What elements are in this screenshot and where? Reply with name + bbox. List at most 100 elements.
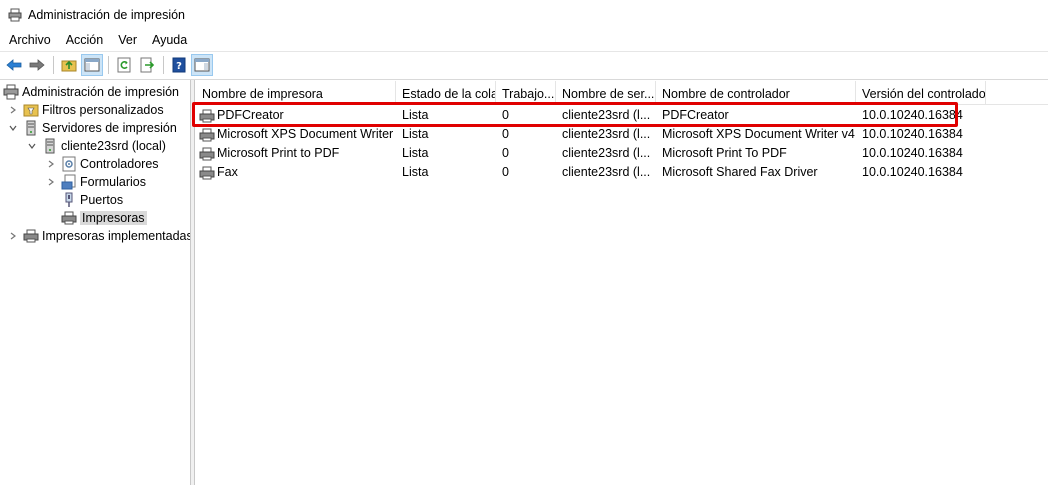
jobs-cell: 0 <box>502 165 509 179</box>
console-tree: Administración de impresión Filtros pers… <box>0 81 193 485</box>
column-header-printer-name[interactable]: Nombre de impresora <box>196 81 396 105</box>
forward-arrow-icon <box>29 59 45 71</box>
jobs-cell: 0 <box>502 146 509 160</box>
server-name-cell: cliente23srd (l... <box>562 127 651 141</box>
tree-item-deployed-printers[interactable]: Impresoras implementadas <box>7 227 193 245</box>
export-icon <box>140 57 155 73</box>
driver-name-cell: Microsoft XPS Document Writer v4 <box>662 127 855 141</box>
export-list-button[interactable] <box>136 54 158 76</box>
tree-item-label: Controladores <box>80 157 159 171</box>
svg-text:?: ? <box>176 61 182 72</box>
column-header-driver-name[interactable]: Nombre de controlador <box>656 81 856 105</box>
server-icon <box>23 120 39 136</box>
printer-icon <box>199 108 215 124</box>
printer-icon <box>199 146 215 162</box>
help-icon: ? <box>172 57 186 73</box>
forward-button[interactable] <box>26 54 48 76</box>
toolbar-divider <box>0 79 1048 80</box>
driver-version-cell: 10.0.10240.16384 <box>862 165 963 179</box>
tree-item-label: Servidores de impresión <box>42 121 177 135</box>
printer-name-cell: Fax <box>199 163 396 182</box>
menu-archivo[interactable]: Archivo <box>0 30 57 50</box>
chevron-right-icon[interactable] <box>7 104 19 116</box>
chevron-right-icon[interactable] <box>45 176 57 188</box>
table-row[interactable]: Microsoft Print to PDF Lista 0 cliente23… <box>196 144 1048 163</box>
chevron-down-icon[interactable] <box>26 140 38 152</box>
up-folder-button[interactable] <box>58 54 80 76</box>
back-button[interactable] <box>3 54 25 76</box>
show-hide-action-pane-button[interactable] <box>191 54 213 76</box>
tree-item-printers[interactable]: Impresoras <box>61 209 147 227</box>
tree-item-forms[interactable]: Formularios <box>45 173 146 191</box>
driver-version-cell: 10.0.10240.16384 <box>862 108 963 122</box>
chevron-right-icon[interactable] <box>7 230 19 242</box>
printer-icon <box>61 210 77 226</box>
queue-status-cell: Lista <box>402 108 429 122</box>
driver-name-cell: Microsoft Print To PDF <box>662 146 787 160</box>
server-icon <box>42 138 58 154</box>
menu-ver[interactable]: Ver <box>109 30 143 50</box>
tree-item-label: cliente23srd (local) <box>61 139 166 153</box>
help-button[interactable]: ? <box>168 54 190 76</box>
tree-item-root[interactable]: Administración de impresión <box>3 83 179 101</box>
menu-ayuda[interactable]: Ayuda <box>143 30 193 50</box>
chevron-right-icon[interactable] <box>45 158 57 170</box>
toolbar-separator <box>53 56 54 74</box>
tree-item-label: Puertos <box>80 193 124 207</box>
column-header-queue-status[interactable]: Estado de la cola <box>396 81 496 105</box>
pane-splitter[interactable] <box>190 80 195 485</box>
queue-status-cell: Lista <box>402 127 429 141</box>
table-row[interactable]: Fax Lista 0 cliente23srd (l... Microsoft… <box>196 163 1048 182</box>
jobs-cell: 0 <box>502 108 509 122</box>
driver-name-cell: Microsoft Shared Fax Driver <box>662 165 818 179</box>
tree-item-label: Impresoras <box>80 211 147 225</box>
show-hide-console-tree-button[interactable] <box>81 54 103 76</box>
toolbar: ? <box>0 52 1048 78</box>
tree-item-ports[interactable]: Puertos <box>61 191 123 209</box>
tree-item-label: Impresoras implementadas <box>42 229 193 243</box>
printer-name-cell: Microsoft Print to PDF <box>199 144 396 163</box>
console-tree-icon <box>84 58 100 72</box>
menu-bar: Archivo Acción Ver Ayuda <box>0 30 1048 50</box>
tree-item-server-local[interactable]: cliente23srd (local) <box>26 137 166 155</box>
queue-status-cell: Lista <box>402 165 429 179</box>
chevron-down-icon[interactable] <box>7 122 19 134</box>
printer-name-cell: Microsoft XPS Document Writer <box>199 125 396 144</box>
folder-up-icon <box>61 60 77 72</box>
tree-item-label: Filtros personalizados <box>42 103 164 117</box>
driver-version-cell: 10.0.10240.16384 <box>862 127 963 141</box>
window-title: Administración de impresión <box>28 8 186 22</box>
printer-icon <box>199 127 215 143</box>
printer-name: Microsoft XPS Document Writer <box>217 127 394 141</box>
action-pane-icon <box>194 58 210 72</box>
forms-icon <box>61 174 77 190</box>
printer-name: Fax <box>217 165 238 179</box>
printers-list: Nombre de impresora Estado de la cola Tr… <box>196 81 1048 485</box>
server-name-cell: cliente23srd (l... <box>562 165 651 179</box>
driver-icon <box>61 156 77 172</box>
column-header-server-name[interactable]: Nombre de ser... <box>556 81 656 105</box>
table-row[interactable]: Microsoft XPS Document Writer Lista 0 cl… <box>196 125 1048 144</box>
tree-item-print-servers[interactable]: Servidores de impresión <box>7 119 177 137</box>
tree-item-drivers[interactable]: Controladores <box>45 155 159 173</box>
printer-name: PDFCreator <box>217 108 284 122</box>
tree-item-custom-filters[interactable]: Filtros personalizados <box>7 101 164 119</box>
toolbar-separator <box>108 56 109 74</box>
column-header-jobs[interactable]: Trabajo... <box>496 81 556 105</box>
refresh-icon <box>117 57 131 73</box>
column-header-driver-version[interactable]: Versión del controlador <box>856 81 986 105</box>
printer-name: Microsoft Print to PDF <box>217 146 340 160</box>
table-row[interactable]: PDFCreator Lista 0 cliente23srd (l... PD… <box>196 106 1048 125</box>
server-name-cell: cliente23srd (l... <box>562 108 651 122</box>
print-management-icon <box>3 84 19 100</box>
printer-app-icon <box>8 8 22 22</box>
filter-folder-icon <box>23 102 39 118</box>
fax-icon <box>199 165 215 181</box>
menu-accion[interactable]: Acción <box>57 30 110 50</box>
port-icon <box>61 192 77 208</box>
back-arrow-icon <box>6 59 22 71</box>
refresh-button[interactable] <box>113 54 135 76</box>
toolbar-separator <box>163 56 164 74</box>
title-bar: Administración de impresión <box>0 0 1048 30</box>
list-header: Nombre de impresora Estado de la cola Tr… <box>196 81 1048 105</box>
